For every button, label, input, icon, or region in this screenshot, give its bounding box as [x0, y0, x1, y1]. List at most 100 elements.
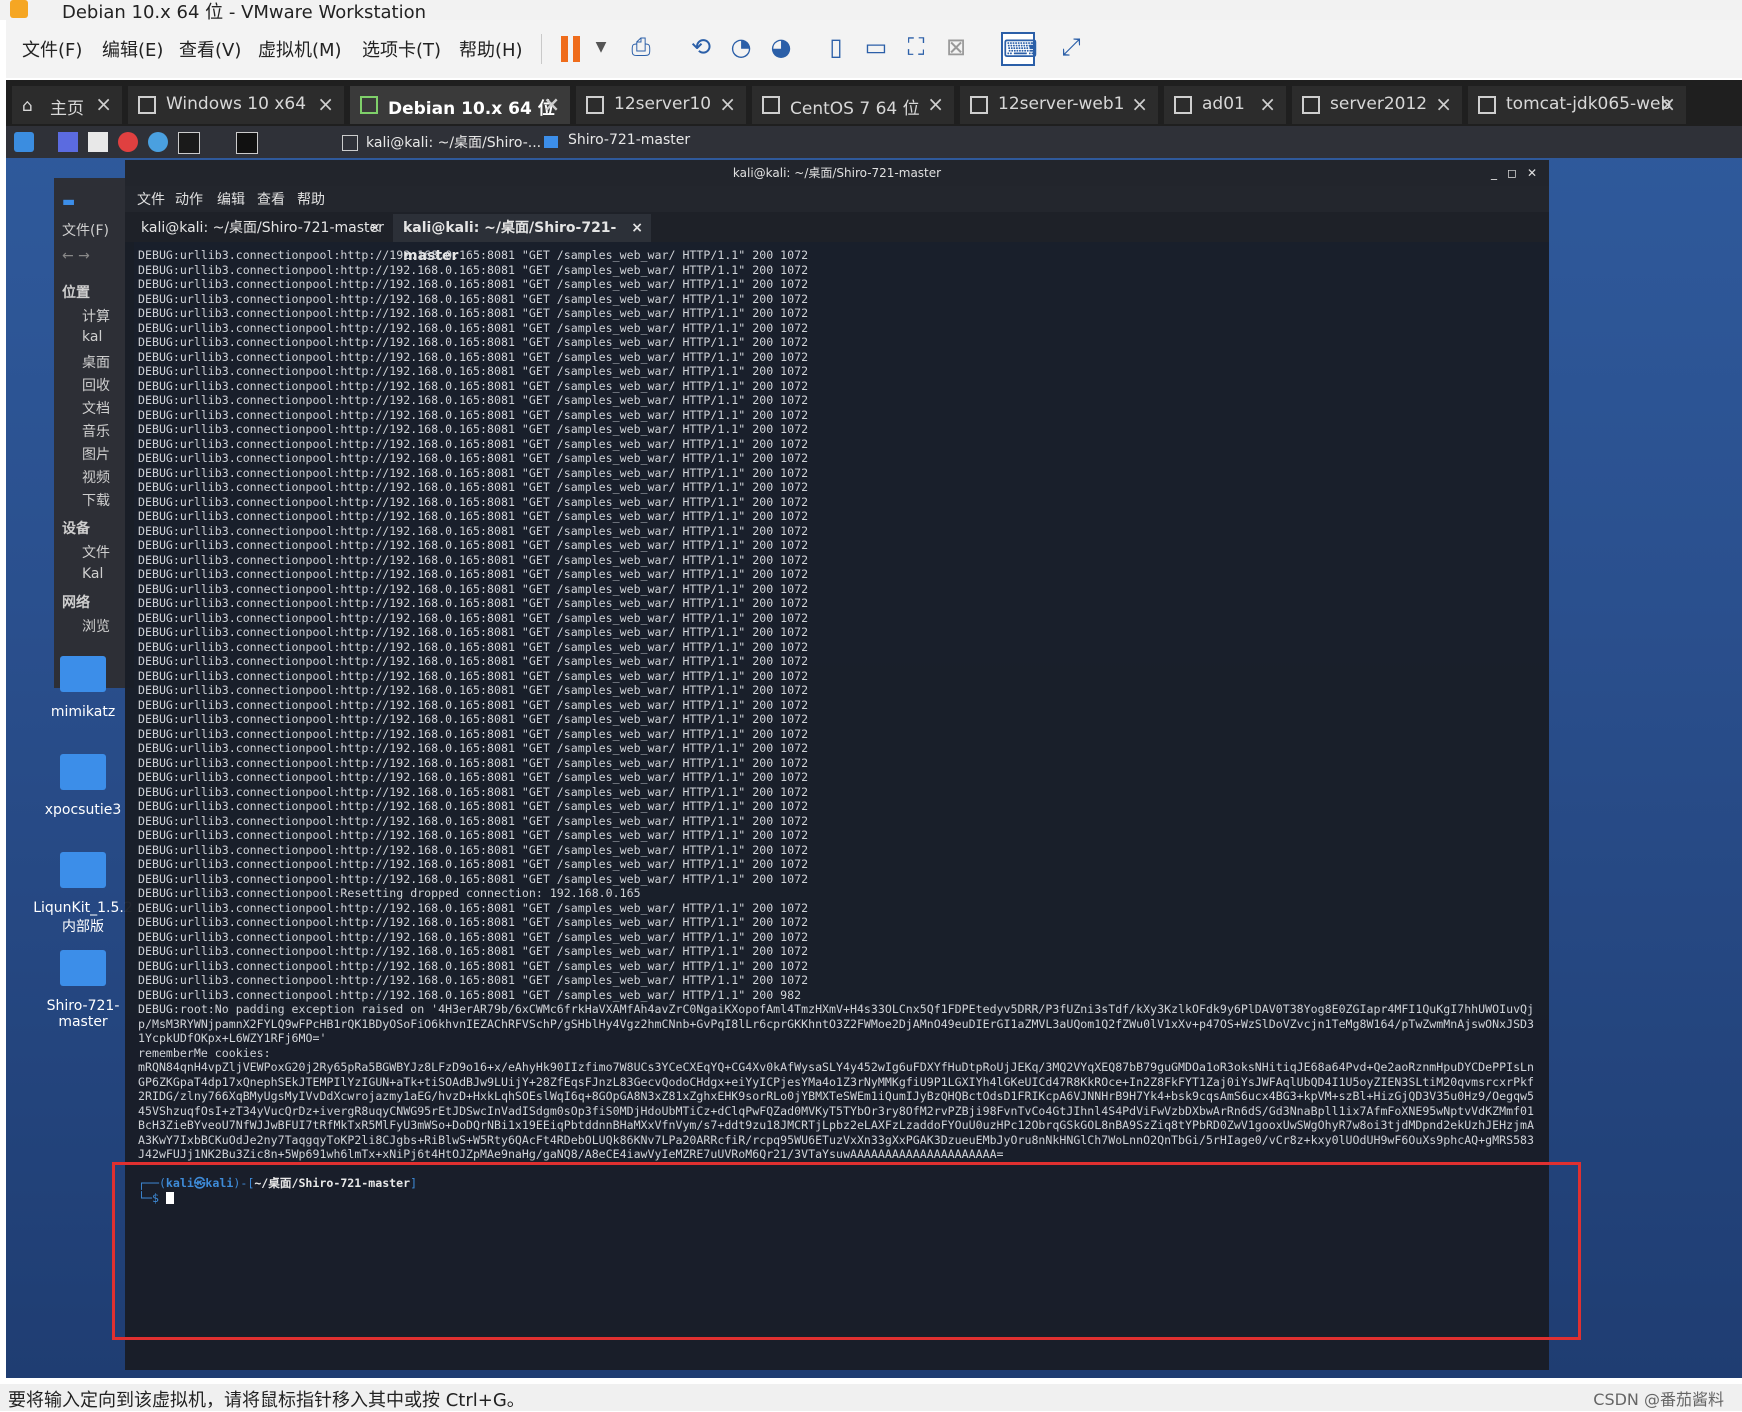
close-icon[interactable]: ×	[927, 92, 944, 116]
term-menu-action[interactable]: 动作	[175, 189, 203, 209]
tab-debian[interactable]: Debian 10.x 64 位 ×	[350, 86, 570, 124]
log-line: DEBUG:urllib3.connectionpool:http://192.…	[138, 494, 809, 509]
send-ctrl-alt-del-icon[interactable]: ⎙	[626, 32, 656, 62]
console-view-icon[interactable]: ⌨	[1001, 32, 1038, 66]
place-item[interactable]: 视频	[82, 467, 110, 487]
sidebar-toggle-icon[interactable]: ▯	[821, 32, 851, 62]
text-editor-icon[interactable]	[118, 132, 138, 152]
log-line: DEBUG:urllib3.connectionpool:http://192.…	[138, 857, 809, 871]
place-item[interactable]: 音乐	[82, 421, 110, 441]
terminal-tab-active[interactable]: kali@kali: ~/桌面/Shiro-721-master ×	[393, 214, 651, 264]
log-line: DEBUG:urllib3.connectionpool:http://192.…	[138, 422, 809, 436]
desktop-icon-liqunkit[interactable]: LiqunKit_1.5.2内部版	[28, 852, 138, 936]
place-item[interactable]: 图片	[82, 444, 110, 464]
revert-snapshot-icon[interactable]: ◔	[726, 32, 756, 62]
browser-icon[interactable]	[148, 132, 168, 152]
snapshot-icon[interactable]: ⟲	[686, 32, 716, 62]
device-item[interactable]: Kal	[82, 566, 103, 582]
tab-centos7[interactable]: CentOS 7 64 位 ×	[752, 86, 954, 124]
terminal-tab[interactable]: kali@kali: ~/桌面/Shiro-721-master ×	[131, 214, 389, 242]
menu-help[interactable]: 帮助(H)	[459, 36, 523, 62]
menu-view[interactable]: 查看(V)	[179, 36, 241, 62]
folder-icon	[60, 852, 106, 888]
tab-12server10[interactable]: 12server10 ×	[576, 86, 746, 124]
terminal-icon[interactable]	[178, 132, 200, 154]
close-icon[interactable]: ×	[317, 92, 334, 116]
kali-menu-icon[interactable]	[14, 132, 34, 152]
vm-icon	[970, 96, 988, 114]
log-line: DEBUG:urllib3.connectionpool:http://192.…	[138, 451, 809, 465]
log-line: DEBUG:urllib3.connectionpool:http://192.…	[138, 291, 809, 306]
close-icon[interactable]: ×	[719, 92, 736, 116]
place-item[interactable]: 回收	[82, 375, 110, 395]
close-icon[interactable]: ×	[1435, 92, 1452, 116]
close-icon[interactable]: ×	[631, 214, 643, 242]
network-item[interactable]: 浏览	[82, 616, 110, 636]
menu-vm[interactable]: 虚拟机(M)	[258, 36, 342, 62]
vm-icon	[762, 96, 780, 114]
log-line: DEBUG:urllib3.connectionpool:http://192.…	[138, 262, 809, 277]
place-item[interactable]: kal	[82, 329, 102, 345]
tab-12server-web1[interactable]: 12server-web1 ×	[960, 86, 1158, 124]
close-icon[interactable]: ×	[95, 92, 112, 116]
guest-screen[interactable]: kali@kali: ~/桌面/Shiro-... Shiro-721-mast…	[6, 126, 1742, 1378]
log-line: DEBUG:urllib3.connectionpool:http://192.…	[138, 944, 809, 958]
status-bar: 要将输入定向到该虚拟机，请将鼠标指针移入其中或按 Ctrl+G。 CSDN @番…	[0, 1384, 1742, 1411]
tab-windows10[interactable]: Windows 10 x64 ×	[128, 86, 344, 124]
task-folder-icon	[544, 136, 558, 148]
place-item[interactable]: 桌面	[82, 352, 110, 372]
fm-menu-file[interactable]: 文件(F)	[62, 220, 109, 240]
close-icon[interactable]: ✕	[1527, 160, 1537, 186]
menu-file[interactable]: 文件(F)	[22, 36, 82, 62]
dropdown-arrow-icon[interactable]: ▼	[586, 32, 616, 62]
desktop-icon-xpocsutie3[interactable]: xpocsutie3	[28, 754, 138, 818]
desktop-icon-mimikatz[interactable]: mimikatz	[28, 656, 138, 720]
workspace-icon[interactable]	[236, 132, 258, 154]
close-icon[interactable]: ×	[1259, 92, 1276, 116]
tab-server2012[interactable]: server2012 ×	[1292, 86, 1462, 124]
tab-home[interactable]: ⌂ 主页 ×	[12, 86, 122, 124]
show-desktop-icon[interactable]	[58, 132, 78, 152]
task-terminal[interactable]: kali@kali: ~/桌面/Shiro-...	[366, 132, 541, 152]
tab-ad01[interactable]: ad01 ×	[1164, 86, 1286, 124]
place-item[interactable]: 文档	[82, 398, 110, 418]
file-manager-icon[interactable]	[88, 132, 108, 152]
term-menu-help[interactable]: 帮助	[297, 189, 325, 209]
unity-icon[interactable]: ⊠	[941, 32, 971, 62]
close-icon[interactable]: ×	[369, 214, 381, 242]
log-line: DEBUG:urllib3.connectionpool:http://192.…	[138, 726, 809, 741]
log-line: DEBUG:urllib3.connectionpool:http://192.…	[138, 610, 809, 625]
place-item[interactable]: 计算	[82, 306, 110, 326]
log-line: DEBUG:urllib3.connectionpool:http://192.…	[138, 407, 809, 422]
task-folder[interactable]: Shiro-721-master	[568, 132, 690, 148]
log-line: DEBUG:urllib3.connectionpool:http://192.…	[138, 335, 809, 349]
place-item[interactable]: 下载	[82, 490, 110, 510]
folder-icon	[60, 754, 106, 790]
thumbnail-bar-icon[interactable]: ▭	[861, 32, 891, 62]
term-menu-view[interactable]: 查看	[257, 189, 285, 209]
log-line: DEBUG:urllib3.connectionpool:http://192.…	[138, 465, 809, 480]
menu-edit[interactable]: 编辑(E)	[102, 36, 163, 62]
desktop-icon-shiro[interactable]: Shiro-721-master	[28, 950, 138, 1030]
vm-tab-bar: ⌂ 主页 × Windows 10 x64 × Debian 10.x 64 位 × …	[6, 80, 1742, 126]
file-manager-window[interactable]: ▬ 文件(F) ← → 位置 计算 kal 桌面 回收 文档 音乐 图片 视频 …	[54, 178, 134, 688]
fullscreen-icon[interactable]: ⛶	[901, 32, 931, 62]
devices-header: 设备	[62, 521, 90, 537]
log-line: DEBUG:urllib3.connectionpool:http://192.…	[138, 741, 809, 755]
menu-tabs[interactable]: 选项卡(T)	[362, 36, 441, 62]
stretch-icon[interactable]: ⤢	[1056, 32, 1086, 62]
minimize-icon[interactable]: _	[1491, 160, 1497, 186]
snapshot-manager-icon[interactable]: ◕	[766, 32, 796, 62]
term-menu-file[interactable]: 文件	[137, 189, 165, 209]
pause-icon[interactable]	[561, 36, 583, 62]
tab-tomcat[interactable]: tomcat-jdk065-web ×	[1468, 86, 1686, 124]
back-arrow-icon[interactable]: ← →	[62, 248, 90, 264]
close-icon[interactable]: ×	[543, 92, 560, 116]
device-item[interactable]: 文件	[82, 542, 110, 562]
term-menu-edit[interactable]: 编辑	[217, 189, 245, 209]
log-line: DEBUG:urllib3.connectionpool:http://192.…	[138, 538, 809, 552]
network-header: 网络	[62, 595, 90, 611]
maximize-icon[interactable]: ◻	[1507, 160, 1517, 186]
close-icon[interactable]: ×	[1659, 92, 1676, 116]
close-icon[interactable]: ×	[1131, 92, 1148, 116]
